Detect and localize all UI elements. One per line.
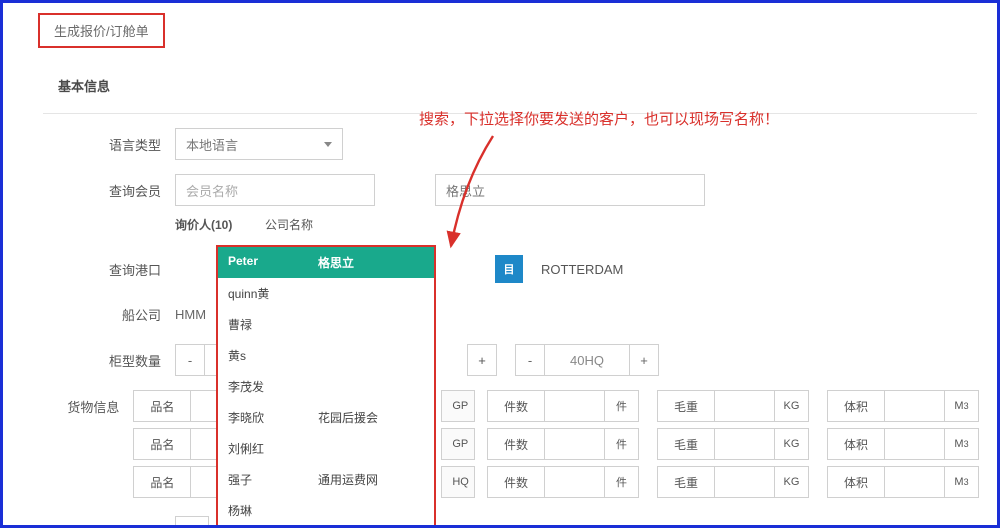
language-select[interactable]: 本地语言	[175, 128, 343, 160]
stepper-minus[interactable]: -	[175, 344, 205, 376]
label-port: 查询港口	[43, 260, 175, 279]
weight-input[interactable]	[715, 390, 775, 422]
cargo-name-label: 品名	[133, 466, 191, 498]
tab-bar: 生成报价/订舱单	[3, 3, 997, 48]
weight-input[interactable]	[715, 428, 775, 460]
qty-input[interactable]	[545, 390, 605, 422]
label-ready-time: 货好时间	[43, 523, 175, 528]
stepper-40hq: - 40HQ +	[515, 344, 659, 376]
row-cargo-3: 品名 HQ 件数件 毛重KG 体积M3	[3, 466, 997, 498]
carrier-value: HMM	[175, 307, 206, 322]
calendar-icon[interactable]	[175, 516, 209, 528]
vol-input[interactable]	[885, 428, 945, 460]
row-container-qty: 柜型数量 - 20GP + + - 40HQ +	[3, 344, 997, 376]
dropdown-item[interactable]: 李茂发	[218, 371, 434, 402]
stepper-minus[interactable]: -	[515, 344, 545, 376]
help-annotation: 搜索，下拉选择你要发送的客户，也可以现场写名称！	[419, 108, 779, 129]
row-member: 查询会员 会员名称 格思立	[3, 174, 997, 206]
qty-pair: 件数 件	[487, 390, 639, 422]
caret-down-icon	[324, 142, 332, 147]
dropdown-item[interactable]: 杨琳	[218, 495, 434, 526]
vol-input[interactable]	[885, 390, 945, 422]
dropdown-item[interactable]: 李晓欣花园后援会	[218, 402, 434, 433]
vol-pair: 体积 M3	[827, 390, 979, 422]
stepper2-plus[interactable]: +	[467, 344, 497, 376]
language-select-value: 本地语言	[186, 135, 238, 154]
section-title: 基本信息	[58, 76, 997, 95]
cargo-gp-box: GP	[441, 390, 475, 422]
label-container-qty: 柜型数量	[43, 351, 175, 370]
dropdown-item[interactable]: Peter格思立	[218, 247, 434, 278]
dest-port-value: ROTTERDAM	[541, 262, 623, 277]
cargo-gp-box: GP	[441, 428, 475, 460]
dropdown-item[interactable]: 刘俐红	[218, 433, 434, 464]
dropdown-item[interactable]: 黄s	[218, 340, 434, 371]
row-carrier: 船公司 HMM	[3, 305, 997, 324]
cargo-hq-box: HQ	[441, 466, 475, 498]
cargo-name-label: 品名	[133, 428, 191, 460]
row-port: 查询港口 目 ROTTERDAM	[3, 255, 997, 283]
row-cargo-2: 品名 GP 件数件 毛重KG 体积M3	[3, 428, 997, 460]
dropdown-item[interactable]: 曹禄	[218, 309, 434, 340]
port-icon[interactable]: 目	[495, 255, 523, 283]
label-cargo: 货物信息	[43, 397, 133, 416]
app-frame: 生成报价/订舱单 基本信息 语言类型 本地语言 查询会员 会员名称 格思立 询价…	[0, 0, 1000, 528]
weight-input[interactable]	[715, 466, 775, 498]
row-ready-time: 货好时间	[3, 516, 997, 528]
col-inquirer: 询价人(10)	[175, 216, 265, 233]
member-dropdown-header: 询价人(10) 公司名称	[175, 216, 997, 233]
member-dropdown: Peter格思立quinn黄曹禄黄s李茂发李晓欣花园后援会刘俐红强子通用运费网杨…	[216, 245, 436, 528]
vol-input[interactable]	[885, 466, 945, 498]
qty-input[interactable]	[545, 428, 605, 460]
weight-pair: 毛重 KG	[657, 390, 809, 422]
label-language: 语言类型	[43, 135, 175, 154]
col-company: 公司名称	[265, 216, 313, 233]
stepper-plus[interactable]: +	[629, 344, 659, 376]
cargo-name-label: 品名	[133, 390, 191, 422]
weight-label: 毛重	[657, 390, 715, 422]
label-carrier: 船公司	[43, 305, 175, 324]
member-display-field[interactable]: 格思立	[435, 174, 705, 206]
stepper-value[interactable]: 40HQ	[545, 344, 629, 376]
vol-label: 体积	[827, 390, 885, 422]
qty-input[interactable]	[545, 466, 605, 498]
qty-unit: 件	[605, 390, 639, 422]
member-search-input[interactable]: 会员名称	[175, 174, 375, 206]
vol-unit: M3	[945, 390, 979, 422]
weight-unit: KG	[775, 390, 809, 422]
dropdown-item[interactable]: quinn黄	[218, 278, 434, 309]
qty-label: 件数	[487, 390, 545, 422]
row-cargo-1: 货物信息 品名 GP 件数 件 毛重 KG 体积 M3	[3, 390, 997, 422]
label-member: 查询会员	[43, 181, 175, 200]
tab-generate-quote[interactable]: 生成报价/订舱单	[38, 13, 165, 48]
row-language: 语言类型 本地语言	[3, 128, 997, 160]
dropdown-item[interactable]: 强子通用运费网	[218, 464, 434, 495]
